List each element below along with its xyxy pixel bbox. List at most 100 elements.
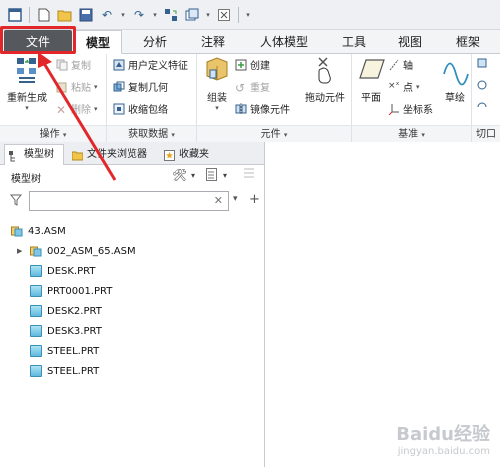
group-datum-title[interactable]: 基准 ▾ — [352, 125, 471, 142]
group-get-data: 用户定义特征 复制几何 收缩包络 获取数据 ▾ — [107, 54, 197, 142]
tree-item-label: PRT0001.PRT — [47, 285, 113, 297]
tree-item-part[interactable]: DESK3.PRT — [30, 322, 102, 340]
tree-item-part[interactable]: STEEL.PRT — [30, 342, 99, 360]
redo-dropdown-icon[interactable]: ▾ — [151, 11, 159, 19]
tree-item-part[interactable]: DESK2.PRT — [30, 302, 102, 320]
tree-show-icon[interactable] — [206, 168, 218, 184]
tree-show-dropdown-icon[interactable]: ▾ — [223, 171, 227, 180]
close-window-icon[interactable] — [215, 6, 233, 24]
tree-item-root[interactable]: 43.ASM — [11, 222, 66, 240]
udf-label: 用户定义特征 — [128, 61, 188, 72]
redo-icon[interactable]: ↷ — [130, 6, 148, 24]
tab-view[interactable]: 视图 — [386, 30, 434, 54]
tree-item-label: DESK3.PRT — [47, 325, 102, 337]
cut-tool-1[interactable] — [476, 57, 488, 69]
filter-icon[interactable] — [9, 194, 23, 209]
axis-button[interactable]: 轴 — [388, 57, 413, 72]
assemble-button[interactable]: 组装 ▾ — [201, 56, 233, 112]
regenerate-big-icon — [11, 56, 43, 86]
tab-favorites-label: 收藏夹 — [179, 148, 209, 160]
separator — [29, 6, 30, 23]
group-operations-title-text: 操作 — [39, 129, 60, 140]
tab-analysis[interactable]: 分析 — [130, 30, 180, 54]
save-icon[interactable] — [77, 6, 95, 24]
delete-dropdown-icon[interactable]: ▾ — [94, 105, 98, 113]
part-icon — [30, 365, 42, 377]
group-get-data-title[interactable]: 获取数据 ▾ — [107, 125, 196, 142]
quick-access-toolbar: ↶ ▾ ↷ ▾ ▾ ▾ — [0, 0, 500, 30]
window-icon[interactable] — [6, 6, 24, 24]
sketch-button[interactable]: 草绘 — [440, 56, 470, 104]
drag-component-button[interactable]: 拖动元件 — [301, 56, 349, 104]
point-dropdown-icon[interactable]: ▾ — [416, 83, 420, 91]
create-icon — [235, 59, 247, 71]
open-icon[interactable] — [56, 6, 74, 24]
paste-label: 粘贴 — [71, 83, 91, 94]
tree-item-subassembly[interactable]: ▶ 002_ASM_65.ASM — [17, 242, 136, 260]
tree-item-label: STEEL.PRT — [47, 365, 100, 377]
sketch-icon — [440, 56, 472, 86]
plane-button[interactable]: 平面 — [356, 56, 386, 104]
mirror-label: 镜像元件 — [250, 105, 290, 116]
undo-icon[interactable]: ↶ — [98, 6, 116, 24]
tree-item-label: 43.ASM — [28, 225, 66, 237]
tree-item-part[interactable]: PRT0001.PRT — [30, 282, 112, 300]
copy-geometry-button[interactable]: 复制几何 — [113, 79, 168, 94]
regenerate-dropdown-icon[interactable]: ▾ — [4, 104, 50, 112]
undo-dropdown-icon[interactable]: ▾ — [119, 11, 127, 19]
shrinkwrap-button[interactable]: 收缩包络 — [113, 101, 168, 116]
tree-item-part[interactable]: DESK.PRT — [30, 262, 95, 280]
assembly-icon — [11, 225, 23, 237]
shrinkwrap-label: 收缩包络 — [128, 105, 168, 116]
new-icon[interactable] — [35, 6, 53, 24]
repeat-button[interactable]: ↺ 重复 — [235, 79, 270, 95]
tree-filter-icon[interactable] — [243, 168, 255, 184]
tab-model-tree[interactable]: 模型树 — [4, 144, 64, 165]
group-cut-title[interactable]: 切口 — [472, 125, 500, 142]
paste-dropdown-icon[interactable]: ▾ — [94, 83, 98, 91]
paste-button[interactable]: 粘贴 ▾ — [56, 79, 98, 94]
regenerate-button[interactable]: 重新生成 ▾ — [4, 56, 50, 112]
tree-settings-dropdown-icon[interactable]: ▾ — [191, 171, 195, 180]
clear-search-icon[interactable]: ✕ — [214, 194, 223, 207]
tab-annotate[interactable]: 注释 — [188, 30, 238, 54]
assemble-dropdown-icon[interactable]: ▾ — [201, 104, 233, 112]
extrude-icon — [476, 57, 488, 69]
tab-model[interactable]: 模型 — [74, 30, 122, 54]
group-components-title[interactable]: 元件 ▾ — [197, 125, 351, 142]
cut-tool-3[interactable] — [476, 101, 488, 113]
expand-arrow-icon[interactable]: ▶ — [17, 247, 25, 255]
tab-manikin[interactable]: 人体模型 — [246, 30, 322, 54]
udf-button[interactable]: 用户定义特征 — [113, 57, 188, 72]
tree-item-label: 002_ASM_65.ASM — [47, 245, 136, 257]
copy-button[interactable]: 复制 — [56, 57, 91, 72]
separator — [238, 6, 239, 23]
tab-tools[interactable]: 工具 — [330, 30, 378, 54]
delete-icon: ✕ — [56, 102, 67, 117]
graphics-area[interactable] — [266, 142, 500, 467]
mirror-component-button[interactable]: 镜像元件 — [235, 101, 290, 116]
tab-frame[interactable]: 框架 — [442, 30, 494, 54]
navigator-pane: 模型树 文件夹浏览器 收藏夹 模型树 🛠 ▾ ▾ ✕ ▾ + 43.ASM ▶ … — [0, 142, 265, 467]
create-button[interactable]: 创建 — [235, 57, 270, 72]
delete-button[interactable]: ✕ 删除 ▾ — [56, 101, 98, 117]
cut-tool-2[interactable] — [476, 79, 488, 91]
regenerate-icon[interactable] — [162, 6, 180, 24]
tree-item-part[interactable]: STEEL.PRT — [30, 362, 99, 380]
point-button[interactable]: ×ˣ 点 ▾ — [388, 79, 420, 95]
group-operations-title[interactable]: 操作 ▾ — [0, 125, 106, 142]
ribbon-tab-bar: 文件 模型 分析 注释 人体模型 工具 视图 框架 — [0, 30, 500, 54]
csys-label: 坐标系 — [403, 105, 433, 116]
csys-icon — [388, 103, 400, 115]
search-options-dropdown-icon[interactable]: ▾ — [233, 194, 238, 204]
csys-button[interactable]: 坐标系 — [388, 101, 433, 116]
customize-dropdown-icon[interactable]: ▾ — [244, 11, 252, 19]
tree-settings-icon[interactable]: 🛠 — [172, 168, 187, 182]
tab-favorites[interactable]: 收藏夹 — [160, 144, 218, 165]
tree-search-input[interactable]: ✕ — [29, 191, 229, 211]
windows-dropdown-icon[interactable]: ▾ — [204, 11, 212, 19]
tab-file[interactable]: 文件 — [4, 30, 72, 54]
tab-folder-browser[interactable]: 文件夹浏览器 — [68, 144, 158, 165]
windows-icon[interactable] — [183, 6, 201, 24]
add-filter-icon[interactable]: + — [249, 192, 260, 207]
